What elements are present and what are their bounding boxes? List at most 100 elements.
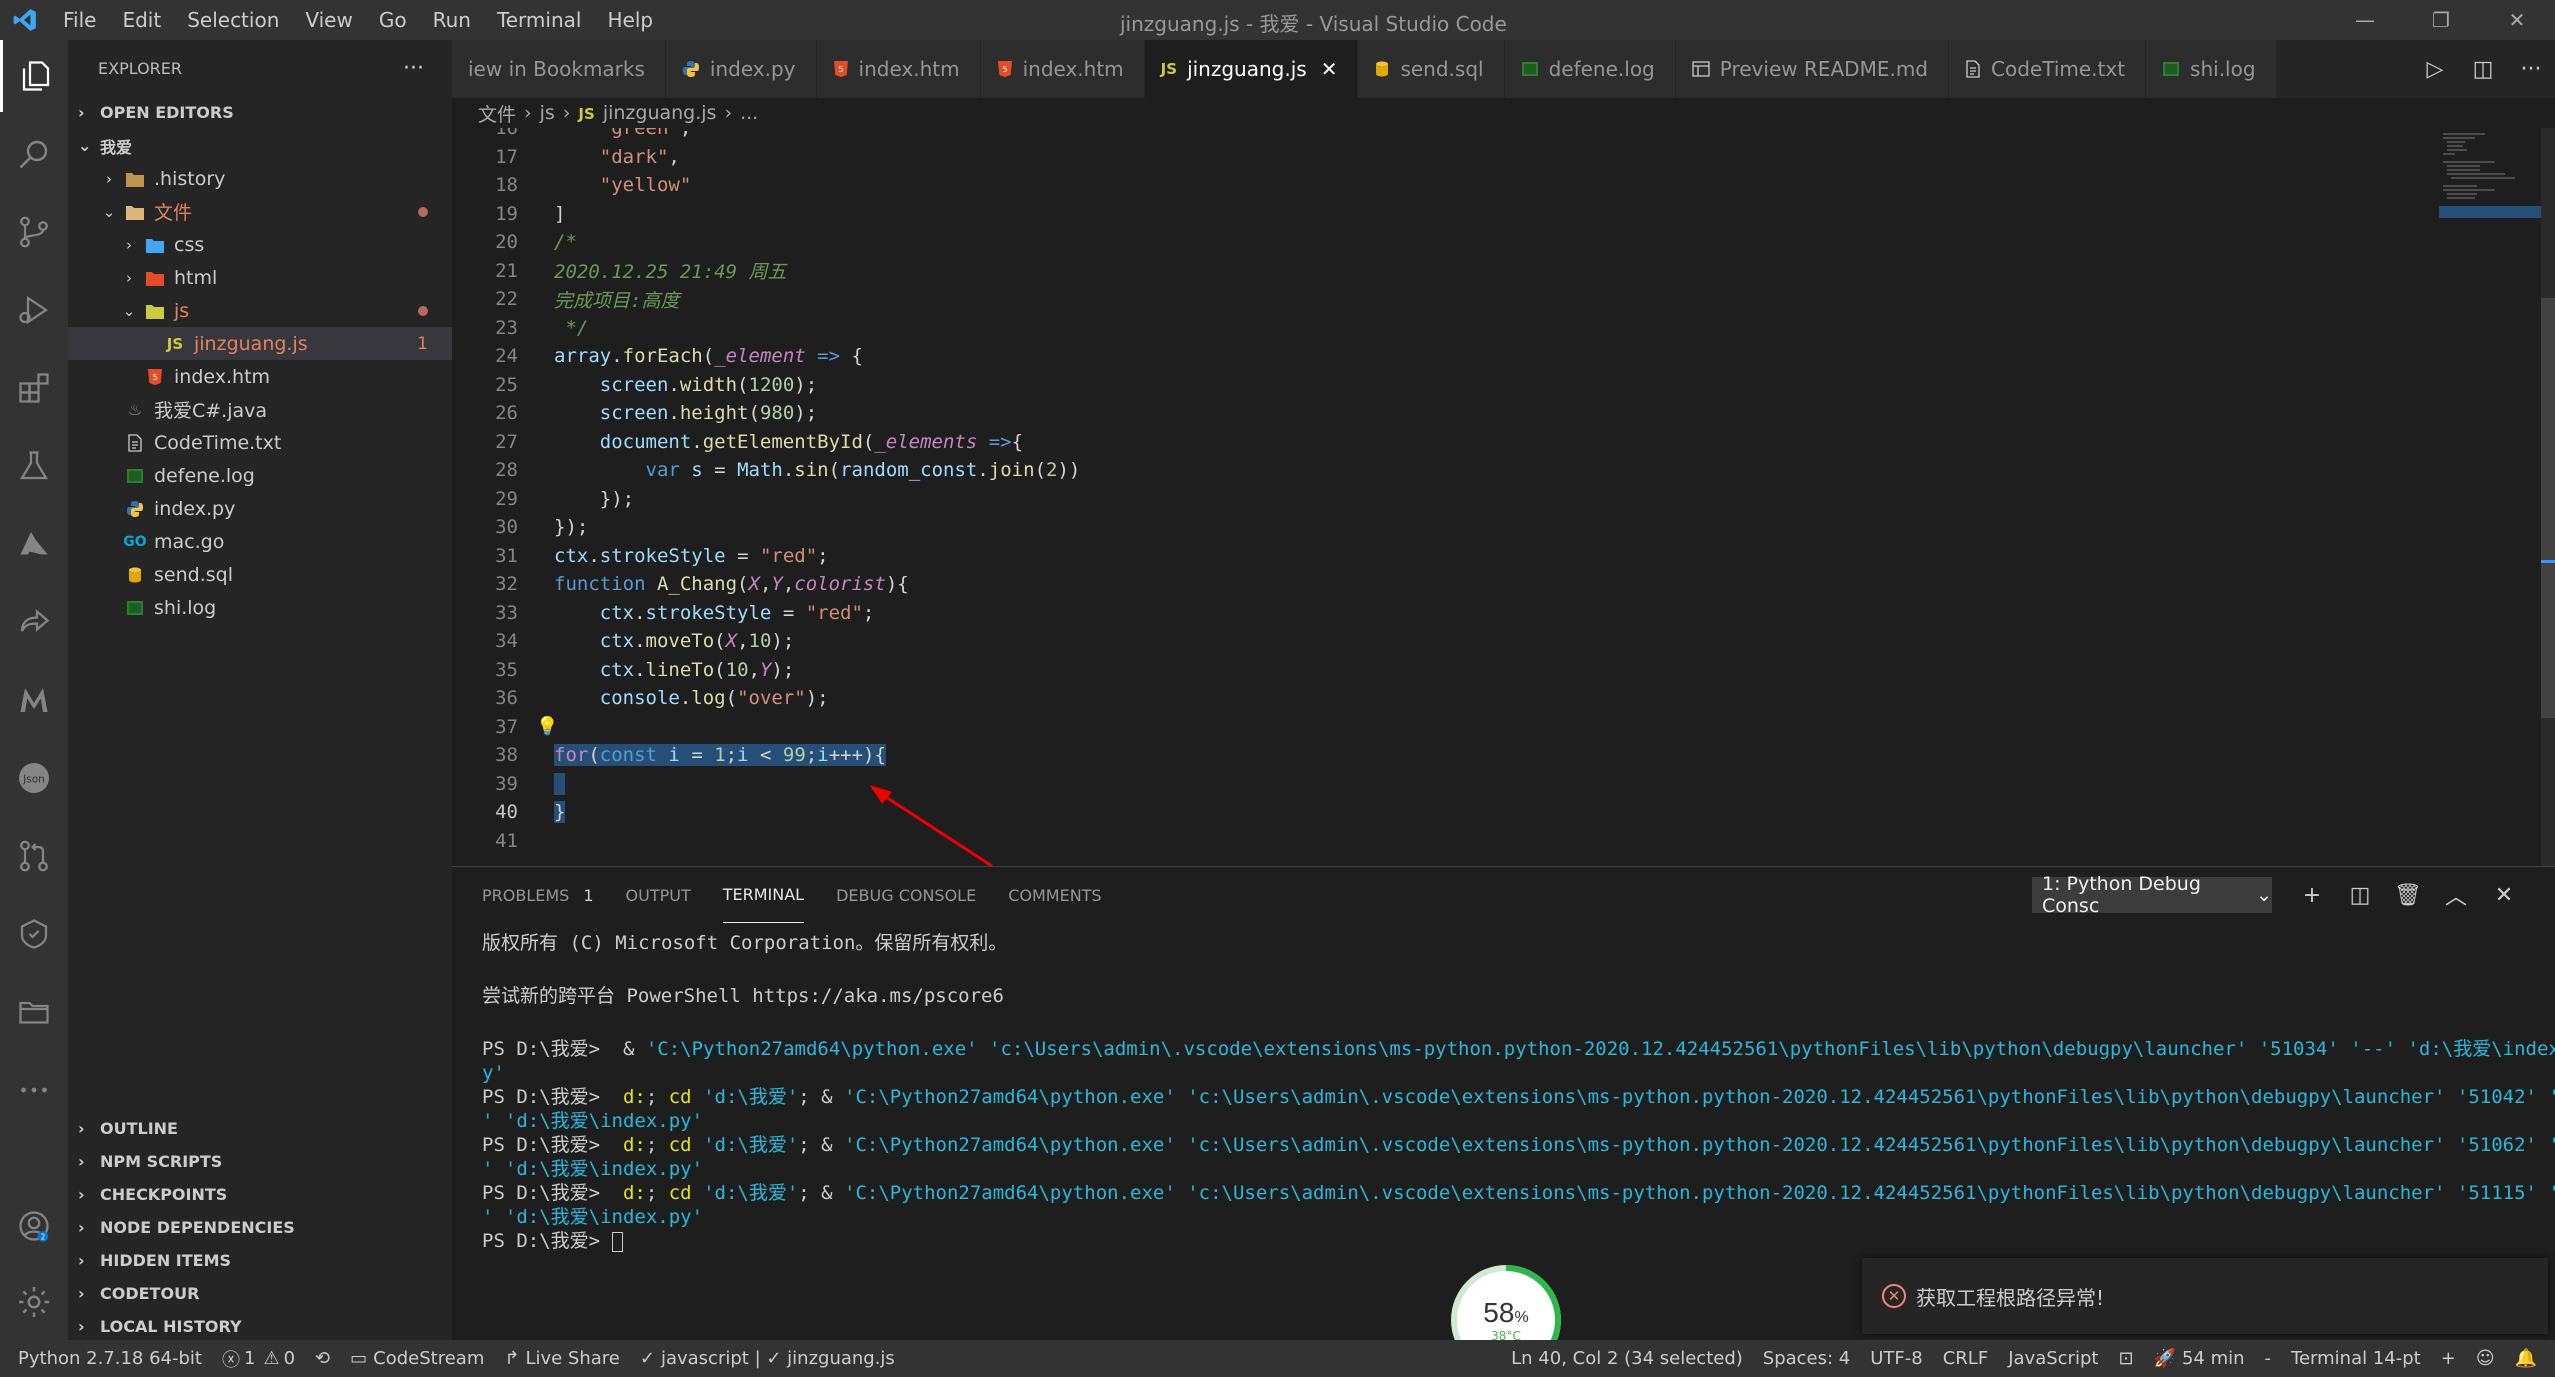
- code-line[interactable]: 24 array.forEach(_element => {: [452, 342, 2555, 371]
- tab-shi-log[interactable]: shi.log: [2146, 40, 2277, 98]
- panel-tab-terminal[interactable]: TERMINAL: [722, 867, 805, 923]
- section-outline[interactable]: › OUTLINE: [68, 1112, 452, 1145]
- more-icon[interactable]: [0, 1054, 68, 1126]
- tree-item[interactable]: ⌄ js: [68, 294, 452, 327]
- code-line[interactable]: 36 console.log("over");: [452, 684, 2555, 713]
- code-line[interactable]: 22 完成项目:高度: [452, 285, 2555, 314]
- tree-item[interactable]: defene.log: [68, 459, 452, 492]
- code-line[interactable]: 29 });: [452, 485, 2555, 514]
- split-terminal-icon[interactable]: ◫: [2336, 883, 2384, 908]
- tab-preview-readme-md[interactable]: Preview README.md: [1675, 40, 1950, 98]
- tab-jinzguang-js[interactable]: JS jinzguang.js ✕: [1144, 40, 1359, 98]
- section-local-history[interactable]: › LOCAL HISTORY: [68, 1310, 452, 1343]
- code-line[interactable]: 25 screen.width(1200);: [452, 371, 2555, 400]
- menu-item-file[interactable]: File: [50, 8, 109, 32]
- more-actions-icon[interactable]: ···: [2507, 57, 2555, 82]
- code-line[interactable]: 21 2020.12.25 21:49 周五: [452, 257, 2555, 286]
- search-icon[interactable]: [0, 118, 68, 190]
- code-line[interactable]: 39: [452, 770, 2555, 799]
- problems-status[interactable]: ⓧ 1 ⚠ 0: [212, 1346, 305, 1372]
- tab-iew-in-bookmarks[interactable]: iew in Bookmarks: [452, 40, 666, 98]
- code-line[interactable]: 20 /*: [452, 228, 2555, 257]
- live-share-status[interactable]: ↱ Live Share: [494, 1348, 630, 1369]
- new-terminal-icon[interactable]: +: [2288, 883, 2336, 908]
- close-panel-icon[interactable]: ✕: [2480, 883, 2528, 908]
- code-line[interactable]: 18 "yellow": [452, 171, 2555, 200]
- tree-item[interactable]: ♨ 我爱C#.java: [68, 393, 452, 426]
- python-interpreter[interactable]: Python 2.7.18 64-bit: [0, 1348, 212, 1369]
- breadcrumb-item[interactable]: ...: [740, 102, 758, 124]
- split-editor-icon[interactable]: ◫: [2459, 57, 2507, 82]
- extensions-icon[interactable]: [0, 352, 68, 424]
- sync-icon[interactable]: ⟲: [305, 1348, 340, 1369]
- cursor-position[interactable]: Ln 40, Col 2 (34 selected): [1501, 1348, 1753, 1369]
- explorer-icon[interactable]: [0, 40, 68, 112]
- tree-item[interactable]: index.py: [68, 492, 452, 525]
- code-line[interactable]: 27 document.getElementById(_elements =>{: [452, 428, 2555, 457]
- tree-item[interactable]: send.sql: [68, 558, 452, 591]
- tab-defene-log[interactable]: defene.log: [1504, 40, 1676, 98]
- tree-item[interactable]: GO mac.go: [68, 525, 452, 558]
- encoding[interactable]: UTF-8: [1860, 1348, 1932, 1369]
- json-icon[interactable]: Json: [0, 742, 68, 814]
- panel-tab-comments[interactable]: COMMENTS: [1008, 867, 1101, 923]
- notifications-bell-icon[interactable]: 🔔: [2505, 1348, 2555, 1369]
- tree-item[interactable]: › .history: [68, 162, 452, 195]
- menu-item-help[interactable]: Help: [594, 8, 666, 32]
- source-control-icon[interactable]: [0, 196, 68, 268]
- minimize-icon[interactable]: —: [2327, 0, 2403, 40]
- error-notification[interactable]: ✕ 获取工程根路径异常!: [1862, 1258, 2548, 1334]
- terminal-output[interactable]: 版权所有 (C) Microsoft Corporation。保留所有权利。 尝试…: [482, 931, 2555, 1253]
- azure-icon[interactable]: [0, 508, 68, 580]
- add-icon[interactable]: +: [2431, 1348, 2466, 1369]
- code-line[interactable]: 31 ctx.strokeStyle = "red";: [452, 542, 2555, 571]
- codestream-status[interactable]: ▭ CodeStream: [340, 1348, 494, 1369]
- tree-item[interactable]: › html: [68, 261, 452, 294]
- code-time[interactable]: 🚀 54 min: [2144, 1348, 2255, 1369]
- close-window-icon[interactable]: ✕: [2479, 0, 2555, 40]
- line-ending[interactable]: CRLF: [1933, 1348, 1998, 1369]
- run-debug-icon[interactable]: [0, 274, 68, 346]
- trash-icon[interactable]: 🗑: [2384, 883, 2432, 908]
- terminal-font[interactable]: Terminal 14-pt: [2281, 1348, 2431, 1369]
- tree-item[interactable]: JS jinzguang.js 1: [68, 327, 452, 360]
- breadcrumb-item[interactable]: 文件: [478, 100, 516, 127]
- menu-item-selection[interactable]: Selection: [174, 8, 292, 32]
- lightbulb-icon[interactable]: 💡: [536, 716, 558, 737]
- preview-icon[interactable]: ⊡: [2108, 1348, 2143, 1369]
- breadcrumb-item[interactable]: js: [540, 102, 555, 124]
- explorer-more-icon[interactable]: ···: [403, 56, 424, 81]
- tab-index-htm[interactable]: 5 index.htm: [816, 40, 981, 98]
- tab-send-sql[interactable]: send.sql: [1358, 40, 1505, 98]
- accounts-icon[interactable]: 2: [0, 1190, 68, 1262]
- close-tab-icon[interactable]: ✕: [1321, 57, 1338, 81]
- section-checkpoints[interactable]: › CHECKPOINTS: [68, 1178, 452, 1211]
- code-line[interactable]: 17 "dark",: [452, 143, 2555, 172]
- remote-icon[interactable]: [0, 898, 68, 970]
- feedback-icon[interactable]: ☺: [2466, 1348, 2505, 1369]
- section-codetour[interactable]: › CODETOUR: [68, 1277, 452, 1310]
- code-line[interactable]: 38 for(const i = 1;i < 99;i+++){: [452, 741, 2555, 770]
- tab-codetime-txt[interactable]: CodeTime.txt: [1949, 40, 2147, 98]
- tab-index-htm[interactable]: 5 index.htm: [980, 40, 1145, 98]
- code-line[interactable]: 34 ctx.moveTo(X,10);: [452, 627, 2555, 656]
- restore-icon[interactable]: ❐: [2403, 0, 2479, 40]
- code-line[interactable]: 37 💡: [452, 713, 2555, 742]
- code-line[interactable]: 16 "green",: [452, 128, 2555, 143]
- terminal-select[interactable]: 1: Python Debug Consc ⌄: [2032, 873, 2272, 917]
- language-mode[interactable]: JavaScript: [1998, 1348, 2108, 1369]
- live-share-icon[interactable]: [0, 586, 68, 658]
- tree-item[interactable]: ⌄ 文件: [68, 195, 452, 228]
- section-hidden-items[interactable]: › HIDDEN ITEMS: [68, 1244, 452, 1277]
- testing-icon[interactable]: [0, 430, 68, 502]
- pull-request-icon[interactable]: [0, 820, 68, 892]
- run-file-icon[interactable]: ▷: [2411, 57, 2459, 82]
- code-line[interactable]: 40}: [452, 798, 2555, 827]
- panel-tab-problems[interactable]: PROBLEMS 1: [482, 867, 594, 923]
- menu-item-run[interactable]: Run: [420, 8, 484, 32]
- code-line[interactable]: 26 screen.height(980);: [452, 399, 2555, 428]
- code-line[interactable]: 23 */: [452, 314, 2555, 343]
- m-extension-icon[interactable]: [0, 664, 68, 736]
- open-editors-section[interactable]: › OPEN EDITORS: [68, 96, 452, 129]
- section-node-dependencies[interactable]: › NODE DEPENDENCIES: [68, 1211, 452, 1244]
